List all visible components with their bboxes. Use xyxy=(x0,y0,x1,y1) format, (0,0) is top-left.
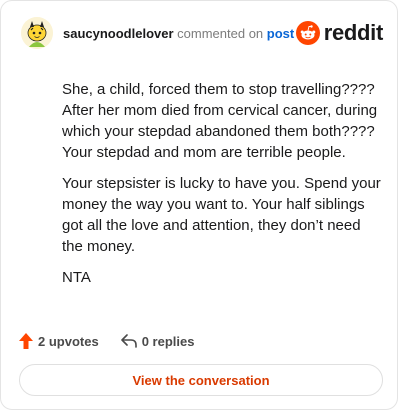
embed-card: saucynoodlelover commented on post reddi… xyxy=(0,0,398,410)
upvote-label: 2 upvotes xyxy=(38,333,99,349)
comment-paragraph: She, a child, forced them to stop travel… xyxy=(62,81,378,161)
comment-stats: 2 upvotes 0 replies xyxy=(19,332,216,350)
upvote-count[interactable]: 2 upvotes xyxy=(19,333,99,349)
view-conversation-label: View the conversation xyxy=(132,372,270,388)
brand-wordmark: reddit xyxy=(323,20,384,45)
author-line: saucynoodlelover commented on post xyxy=(63,27,294,41)
avatar[interactable] xyxy=(21,17,53,49)
comment-header: saucynoodlelover commented on post reddi… xyxy=(21,17,383,51)
post-link[interactable]: post xyxy=(267,26,294,41)
view-conversation-button[interactable]: View the conversation xyxy=(19,364,383,396)
author-name[interactable]: saucynoodlelover xyxy=(63,26,174,41)
snoo-avatar-icon xyxy=(21,17,53,49)
comment-body: She, a child, forced them to stop travel… xyxy=(62,79,384,298)
reply-label: 0 replies xyxy=(141,333,195,349)
reddit-alien-icon xyxy=(295,21,320,45)
comment-paragraph: NTA xyxy=(62,269,91,286)
comment-paragraph: Your stepsister is lucky to have you. Sp… xyxy=(62,175,381,255)
reddit-logo[interactable]: reddit xyxy=(295,19,384,47)
comment-action-text: commented on xyxy=(177,26,264,41)
reply-count[interactable]: 0 replies xyxy=(120,333,195,349)
upvote-arrow-icon xyxy=(19,333,33,349)
reply-arrow-icon xyxy=(120,334,137,348)
